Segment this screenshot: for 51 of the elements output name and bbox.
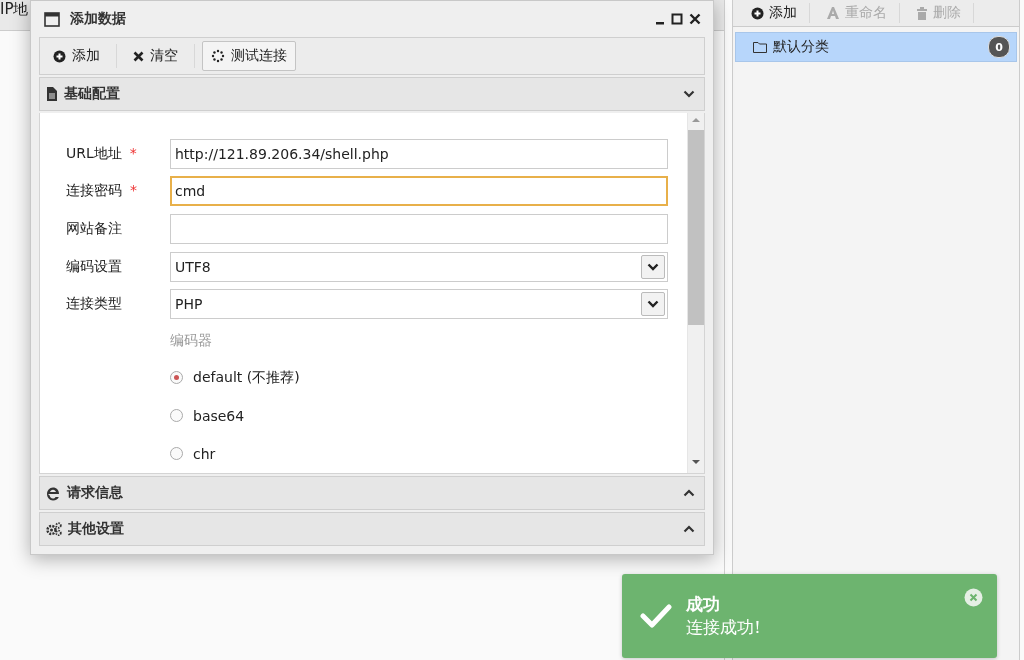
section-header[interactable]: 请求信息	[39, 476, 705, 510]
dropdown[interactable]: PHP	[170, 289, 668, 320]
radio-button[interactable]	[170, 447, 183, 461]
input-field[interactable]	[170, 214, 668, 244]
chevron-down-icon[interactable]	[683, 90, 695, 98]
required-mark: *	[130, 182, 137, 201]
toolbar-button[interactable]: 添加	[44, 41, 109, 71]
chevron-up-icon[interactable]	[683, 525, 695, 533]
spinner-icon	[211, 49, 225, 63]
section-header[interactable]: 其他设置	[39, 512, 705, 546]
dialog-title: 添加数据	[70, 10, 127, 28]
section-header[interactable]: 基础配置	[39, 77, 705, 111]
maximize-icon[interactable]	[671, 13, 683, 25]
document-icon	[46, 87, 58, 101]
group-label: 编码器	[170, 330, 213, 350]
input-field[interactable]: cmd	[170, 176, 668, 207]
category-label: 默认分类	[773, 38, 830, 56]
toolbar-button[interactable]: 测试连接	[202, 41, 296, 71]
field-label: 网站备注	[66, 220, 122, 238]
field-label: 编码设置	[66, 257, 122, 276]
dropdown[interactable]: UTF8	[170, 251, 668, 282]
field-label: URL地址	[66, 144, 122, 163]
toolbar-button[interactable]: 添加	[743, 3, 810, 23]
category-item[interactable]: 默认分类 0	[735, 32, 1017, 62]
trash-icon	[916, 6, 928, 20]
toast-title: 成功	[686, 593, 721, 616]
count-badge: 0	[988, 36, 1010, 58]
gears-icon	[46, 522, 62, 536]
radio-label: chr	[193, 445, 216, 462]
folder-icon	[753, 41, 767, 53]
radio-label: default (不推荐)	[193, 368, 300, 387]
column-header: IP地	[0, 0, 29, 19]
close-icon[interactable]	[689, 13, 701, 25]
required-mark: *	[129, 144, 137, 163]
check-icon	[640, 603, 672, 629]
radio-label: base64	[193, 407, 245, 424]
input-field[interactable]: http://121.89.206.34/shell.php	[170, 138, 668, 169]
radio-button[interactable]	[170, 371, 183, 385]
toast-message: 连接成功!	[686, 616, 762, 639]
scrollbar-thumb[interactable]	[688, 130, 704, 325]
field-label: 连接密码	[66, 182, 122, 201]
cross-icon	[133, 50, 144, 62]
window-icon	[44, 11, 60, 27]
chevron-up-icon[interactable]	[683, 489, 695, 497]
toolbar-button[interactable]: 清空	[124, 41, 187, 71]
radio-button[interactable]	[170, 409, 183, 423]
plus-circle-icon	[53, 49, 66, 63]
field-label: 连接类型	[66, 295, 122, 314]
plus-circle-icon	[751, 6, 764, 20]
e-letter-icon	[46, 485, 61, 501]
letter-a-icon	[826, 6, 840, 20]
